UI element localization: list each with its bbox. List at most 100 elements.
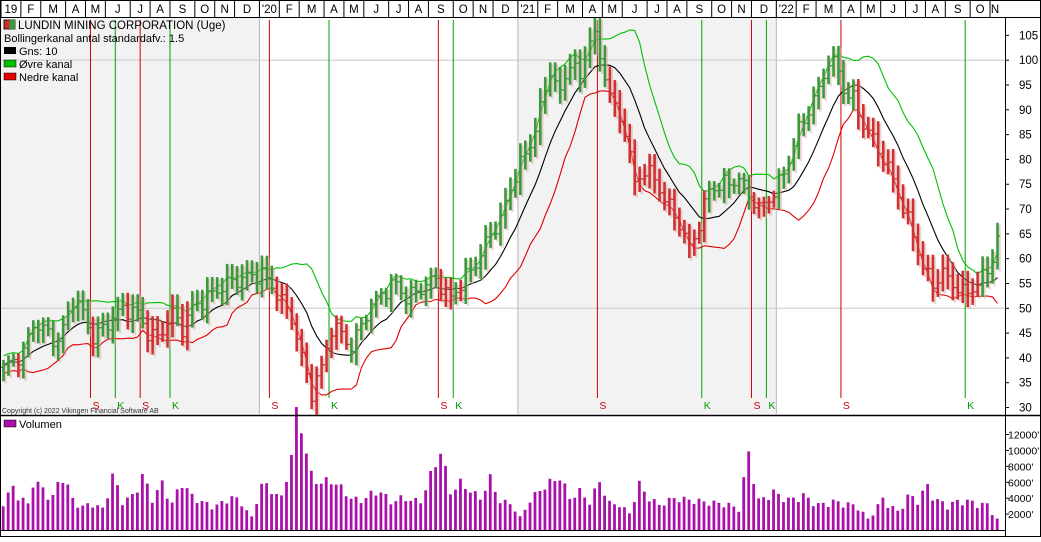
volume-bar	[116, 485, 119, 530]
legend-swatch-volume	[3, 419, 17, 428]
volume-bar	[145, 483, 149, 530]
volume-bar	[275, 494, 278, 530]
price-tick-label: 75	[1019, 179, 1032, 191]
volume-bar	[846, 502, 850, 530]
volume-bar	[444, 465, 447, 530]
month-label: A	[589, 4, 597, 16]
volume-bar	[434, 467, 437, 530]
signal-label: K	[768, 400, 775, 412]
volume-bar	[41, 487, 45, 530]
volume-bar	[697, 498, 701, 530]
volume-bar	[826, 506, 830, 530]
volume-bar	[598, 482, 601, 530]
volume-bar	[797, 501, 800, 530]
volume-bar	[255, 503, 259, 530]
volume-bar	[891, 506, 895, 530]
volume-bar	[553, 481, 557, 530]
volume-bar	[563, 483, 567, 530]
month-label: D	[760, 4, 768, 16]
volume-bar	[220, 501, 224, 530]
volume-bar	[498, 503, 502, 530]
price-tick-label: 45	[1019, 328, 1032, 340]
month-label: M	[824, 4, 834, 16]
volume-bar	[528, 502, 532, 530]
volume-bar	[980, 502, 984, 530]
volume-bar	[91, 507, 95, 530]
volume-bar	[637, 480, 641, 530]
volume-bar	[951, 501, 954, 530]
month-label: J	[137, 4, 143, 16]
volume-bar	[26, 503, 30, 530]
volume-bar	[632, 502, 636, 530]
volume-bar	[468, 492, 472, 530]
month-label: D	[243, 4, 251, 16]
volume-bar	[424, 490, 428, 530]
volume-bar	[990, 515, 994, 530]
volume-bar	[1, 506, 5, 530]
volume-bar	[965, 499, 969, 530]
volume-bar	[861, 511, 865, 530]
volume-bar	[568, 498, 572, 530]
volume-bar	[61, 482, 65, 530]
volume-bar	[518, 516, 522, 530]
volume-bar	[81, 505, 85, 530]
month-label: S	[695, 4, 703, 16]
volume-bar	[439, 453, 442, 530]
volume-bar	[429, 470, 433, 530]
volume-bar	[806, 497, 810, 530]
volume-bar	[772, 489, 775, 530]
volume-bar	[816, 503, 820, 530]
month-label: O	[459, 4, 468, 16]
volume-bar	[419, 503, 423, 530]
volume-bar	[956, 499, 959, 530]
volume-bar	[409, 500, 413, 530]
volume-bar	[394, 501, 398, 530]
volume-bar	[961, 505, 964, 530]
month-label: M	[565, 4, 575, 16]
signal-label: S	[843, 400, 850, 412]
volume-bar	[936, 499, 939, 530]
volume-bar	[399, 495, 403, 530]
month-label: M	[48, 4, 58, 16]
volume-legend: Volumen	[19, 419, 62, 431]
volume-tick-label: 2000'	[1008, 509, 1033, 521]
volume-bar	[160, 480, 164, 530]
signal-label: K	[967, 400, 974, 412]
volume-tick-label: 6000'	[1008, 477, 1033, 489]
volume-bar	[548, 478, 552, 530]
volume-bar	[260, 483, 264, 530]
volume-bar	[727, 502, 731, 530]
volume-bar	[975, 507, 979, 530]
volume-bar	[304, 453, 308, 530]
volume-bar	[608, 500, 611, 530]
legend-bollinger: Bollingerkanal antal standardafv.: 1.5	[4, 33, 184, 45]
month-label: N	[737, 4, 745, 16]
volume-bar	[16, 500, 20, 530]
month-label: J	[396, 4, 402, 16]
volume-bar	[841, 507, 845, 530]
volume-bar	[747, 451, 751, 530]
month-label: A	[415, 4, 423, 16]
month-label: '21	[520, 4, 535, 16]
volume-bar	[782, 502, 785, 530]
volume-bar	[558, 480, 562, 530]
volume-bar	[851, 504, 855, 530]
volume-bar	[379, 492, 383, 530]
volume-bar	[111, 473, 114, 530]
volume-bar	[931, 500, 934, 530]
volume-bar	[752, 484, 756, 530]
month-label: S	[437, 4, 445, 16]
volume-bar	[414, 497, 418, 530]
volume-bar	[881, 497, 885, 530]
volume-bar	[126, 497, 129, 530]
price-tick-label: 55	[1019, 278, 1032, 290]
volume-bar	[777, 493, 780, 530]
volume-bar	[404, 501, 408, 530]
volume-bar	[464, 489, 467, 530]
volume-bar	[76, 507, 80, 530]
chart-stage: SKSKSKSKSKSKSK 19 F M A M J J A S O N D '20 F M A M J J A S O…	[0, 0, 1041, 537]
volume-bar	[140, 473, 144, 530]
volume-bar	[190, 493, 194, 530]
volume-bar	[523, 509, 527, 530]
volume-bar	[792, 497, 795, 530]
